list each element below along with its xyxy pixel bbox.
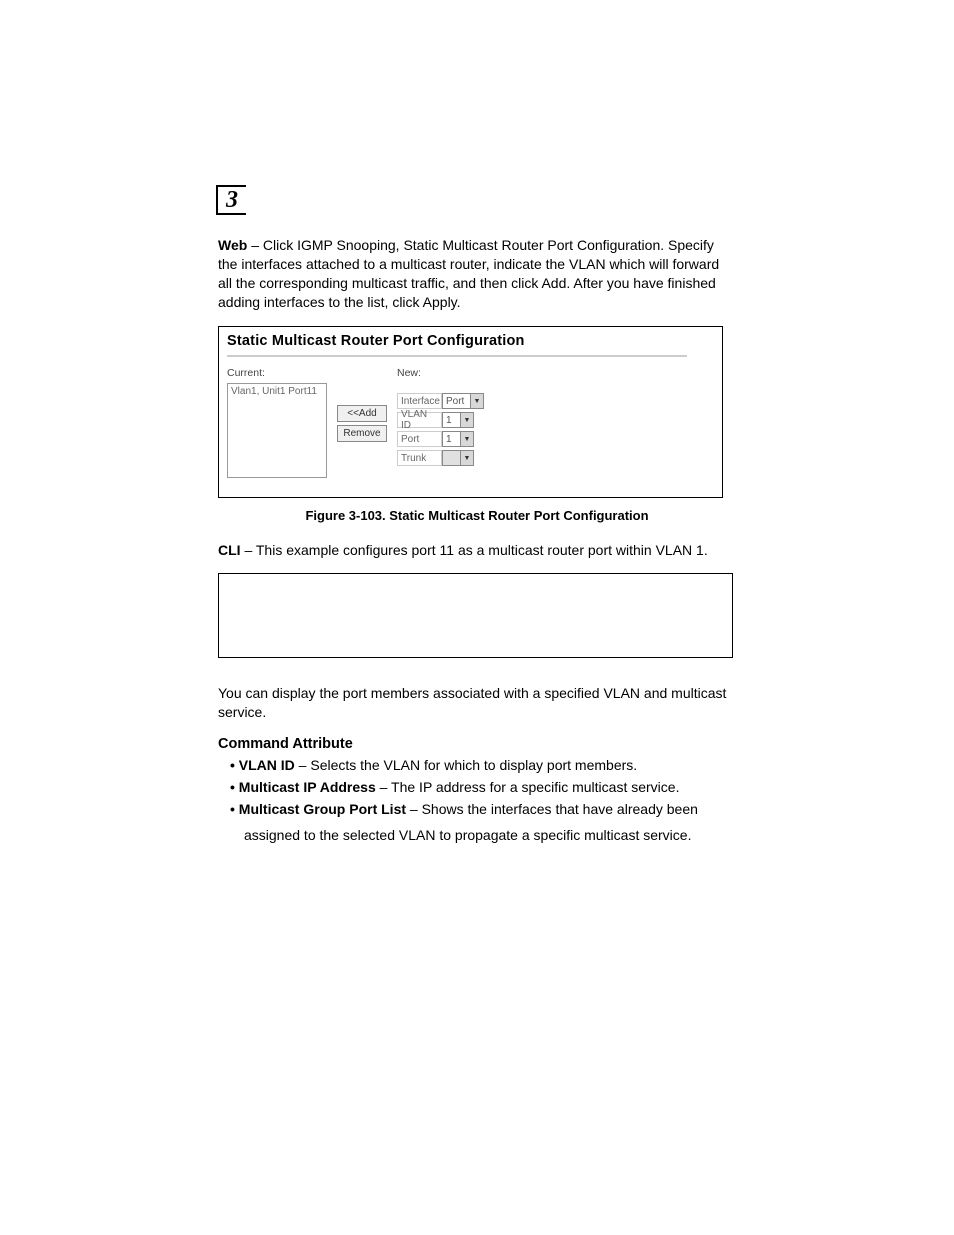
list-item: VLAN ID – Selects the VLAN for which to …: [218, 756, 736, 775]
interface-select[interactable]: Port ▼: [442, 393, 484, 409]
screenshot-title: Static Multicast Router Port Configurati…: [219, 327, 722, 355]
command-attribute-heading: Command Attribute: [218, 736, 736, 752]
list-item-continuation: assigned to the selected VLAN to propaga…: [218, 826, 736, 845]
port-select[interactable]: 1 ▼: [442, 431, 474, 447]
chevron-down-icon[interactable]: ▼: [470, 394, 483, 408]
current-label: Current:: [227, 367, 337, 379]
cli-text: – This example configures port 11 as a m…: [241, 542, 708, 558]
interface-label: Interface: [397, 393, 442, 409]
chevron-down-icon: ▼: [460, 451, 473, 465]
new-label: New:: [397, 367, 577, 379]
cli-prefix: CLI: [218, 542, 241, 558]
screenshot-divider: [227, 355, 687, 357]
vlan-id-label: VLAN ID: [397, 412, 442, 428]
web-paragraph: Web – Click IGMP Snooping, Static Multic…: [218, 236, 736, 312]
web-prefix: Web: [218, 237, 247, 253]
trunk-select: ▼: [442, 450, 474, 466]
remove-button[interactable]: Remove: [337, 425, 387, 442]
cli-paragraph: CLI – This example configures port 11 as…: [218, 541, 736, 560]
display-paragraph: You can display the port members associa…: [218, 684, 736, 722]
cli-example-box: [218, 573, 733, 658]
figure-caption: Figure 3-103. Static Multicast Router Po…: [218, 508, 736, 523]
web-text: – Click IGMP Snooping, Static Multicast …: [218, 237, 719, 310]
list-item[interactable]: Vlan1, Unit1 Port11: [231, 386, 317, 397]
config-screenshot: Static Multicast Router Port Configurati…: [218, 326, 723, 498]
chapter-number-box: 3: [216, 185, 246, 215]
vlan-id-select[interactable]: 1 ▼: [442, 412, 474, 428]
add-button[interactable]: <<Add: [337, 405, 387, 422]
port-label: Port: [397, 431, 442, 447]
chapter-number: 3: [226, 187, 238, 214]
current-listbox[interactable]: Vlan1, Unit1 Port11: [227, 383, 327, 478]
list-item: Multicast IP Address – The IP address fo…: [218, 778, 736, 797]
list-item: Multicast Group Port List – Shows the in…: [218, 800, 736, 819]
chevron-down-icon[interactable]: ▼: [460, 413, 473, 427]
command-attribute-list: VLAN ID – Selects the VLAN for which to …: [218, 756, 736, 819]
chevron-down-icon[interactable]: ▼: [460, 432, 473, 446]
trunk-label: Trunk: [397, 450, 442, 466]
